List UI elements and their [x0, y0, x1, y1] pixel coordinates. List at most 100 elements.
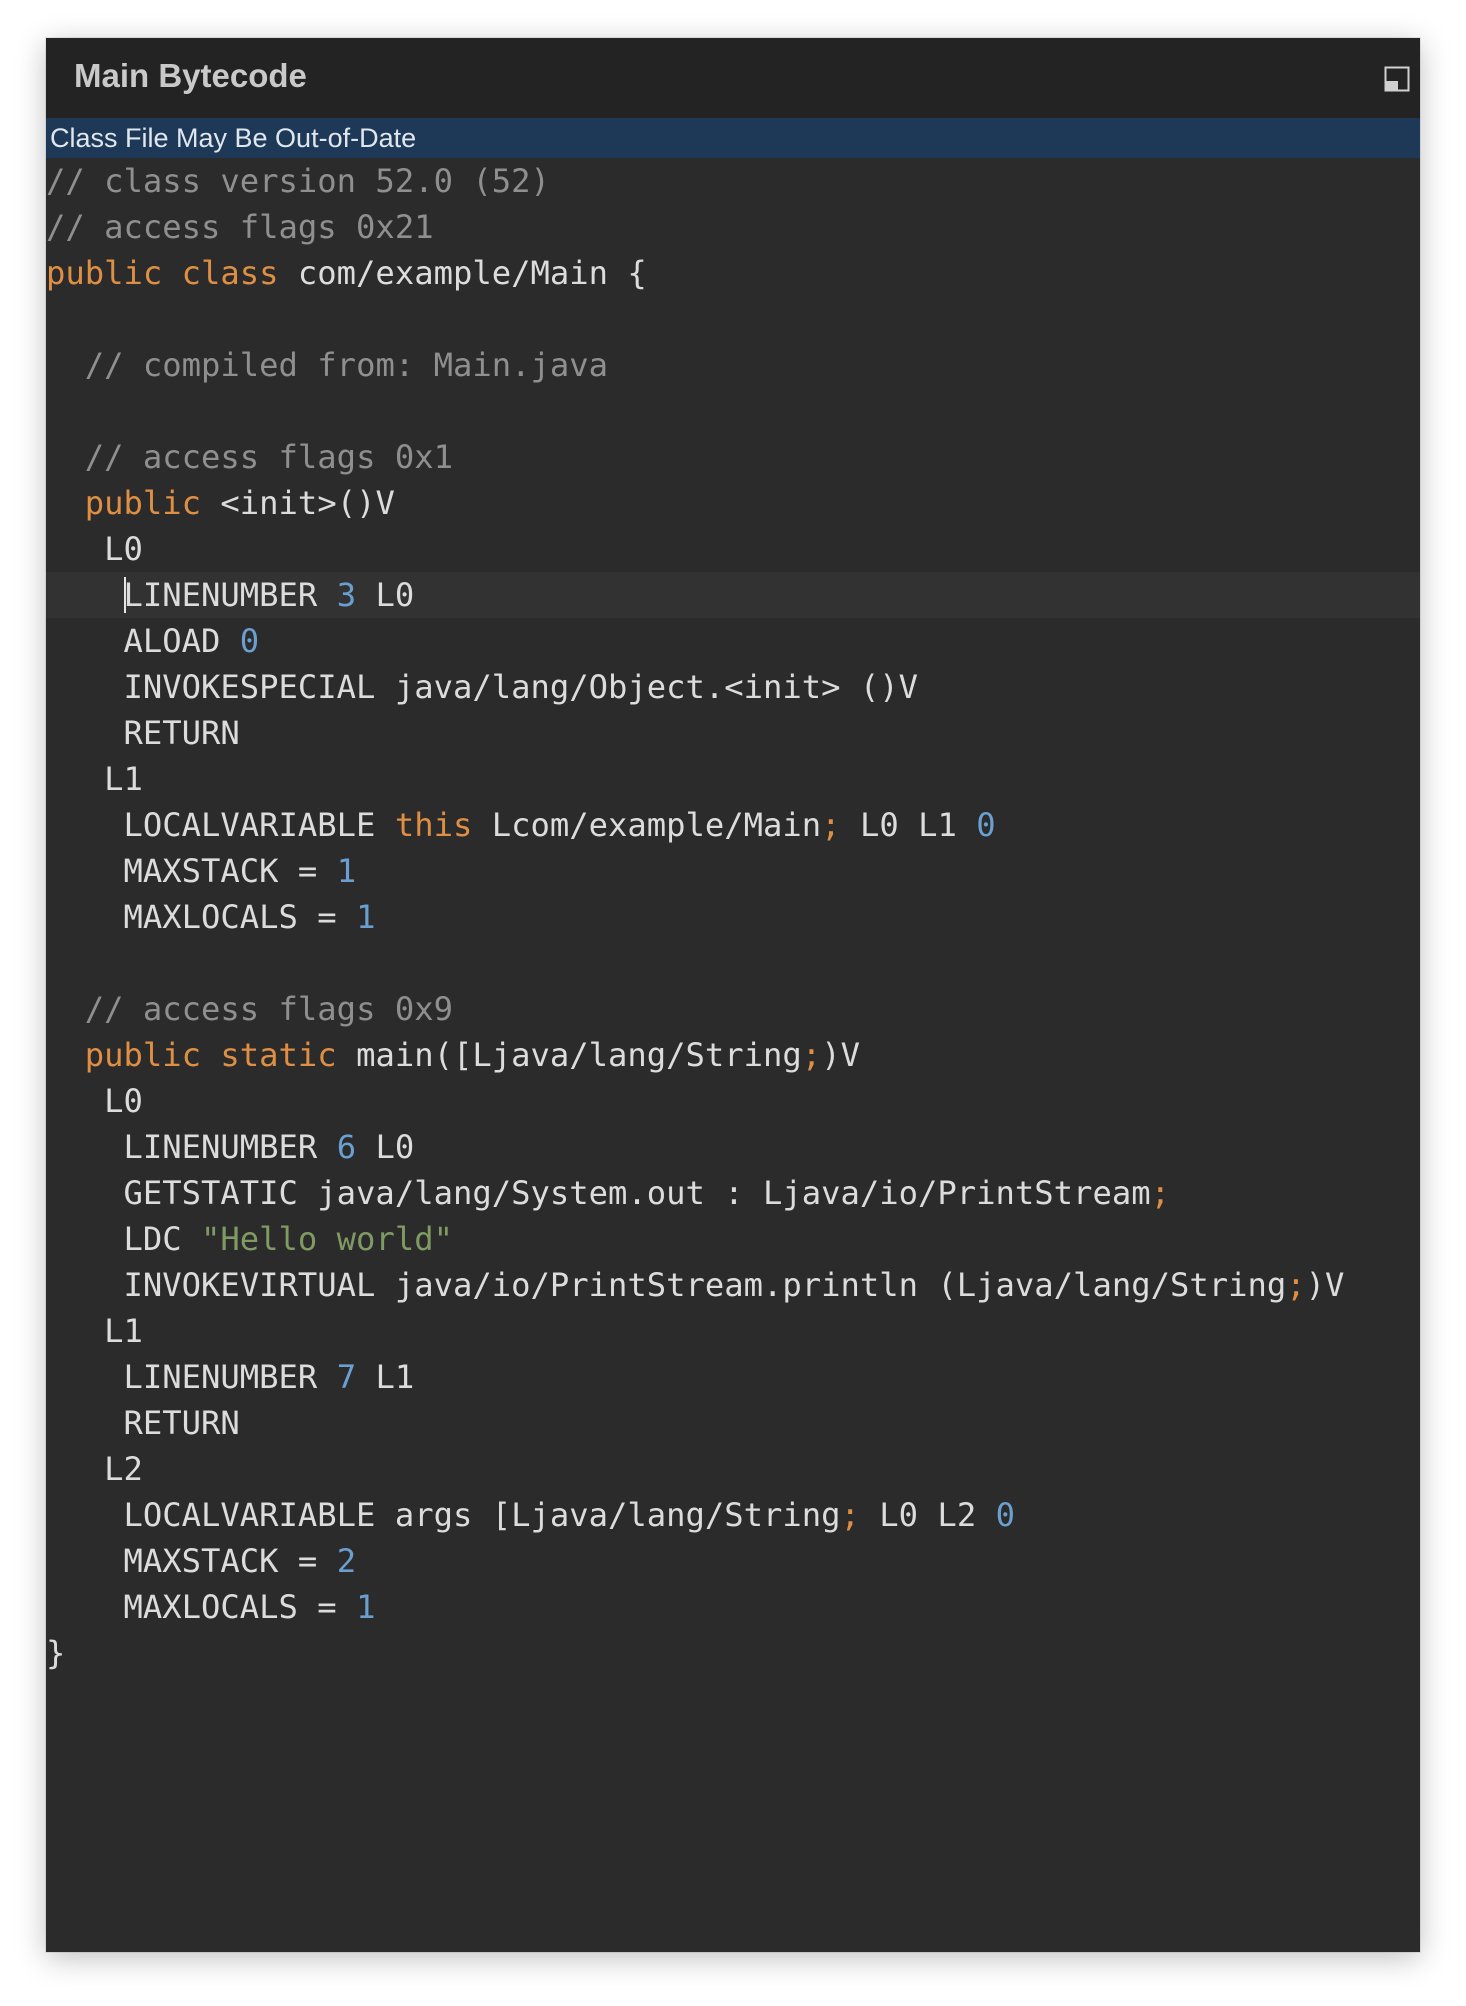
- bytecode-window: Main Bytecode Class File May Be Out-of-D…: [46, 38, 1420, 1952]
- code-token: "Hello world": [201, 1220, 453, 1258]
- code-line: // compiled from: Main.java: [46, 342, 1420, 388]
- code-token: 3: [336, 576, 357, 614]
- code-token: MAXSTACK =: [46, 1542, 337, 1580]
- code-token: ;: [821, 806, 841, 844]
- code-line: public <init>()V: [46, 480, 1420, 526]
- code-token: // class version 52.0 (52): [46, 162, 550, 200]
- code-token: 0: [239, 622, 260, 660]
- code-token: 7: [336, 1358, 357, 1396]
- code-token: LOCALVARIABLE args [Ljava/lang/String: [46, 1496, 841, 1534]
- code-token: INVOKESPECIAL java/lang/Object.<init> ()…: [46, 668, 919, 706]
- code-line: RETURN: [46, 1400, 1420, 1446]
- code-token: ;: [1150, 1174, 1170, 1212]
- code-token: RETURN: [46, 1404, 240, 1442]
- code-token: MAXLOCALS =: [46, 1588, 357, 1626]
- code-token: LINENUMBER: [46, 1358, 337, 1396]
- code-token: }: [46, 1634, 66, 1672]
- code-token: L1: [46, 760, 143, 798]
- code-token: INVOKEVIRTUAL java/io/PrintStream.printl…: [46, 1266, 1287, 1304]
- out-of-date-banner[interactable]: Class File May Be Out-of-Date: [46, 118, 1420, 158]
- code-line: LINENUMBER 7 L1: [46, 1354, 1420, 1400]
- code-token: // access flags 0x21: [46, 208, 434, 246]
- code-token: LDC: [46, 1220, 202, 1258]
- code-line: }: [46, 1630, 1420, 1676]
- window-title: Main Bytecode: [74, 57, 307, 94]
- code-token: ;: [840, 1496, 860, 1534]
- code-token: main([Ljava/lang/String: [356, 1036, 802, 1074]
- code-line: MAXSTACK = 1: [46, 848, 1420, 894]
- code-line: // class version 52.0 (52): [46, 158, 1420, 204]
- code-line: L1: [46, 1308, 1420, 1354]
- code-line: public class com/example/Main {: [46, 250, 1420, 296]
- code-token: L0: [356, 576, 415, 614]
- code-token: 1: [336, 852, 357, 890]
- code-token: 6: [336, 1128, 357, 1166]
- code-line: RETURN: [46, 710, 1420, 756]
- code-token: L0: [46, 530, 143, 568]
- code-token: 1: [356, 1588, 376, 1626]
- code-line: L0: [46, 526, 1420, 572]
- code-line: INVOKEVIRTUAL java/io/PrintStream.printl…: [46, 1262, 1420, 1308]
- code-line: L1: [46, 756, 1420, 802]
- code-token: LINENUMBER: [46, 1128, 337, 1166]
- code-line: LINENUMBER 6 L0: [46, 1124, 1420, 1170]
- code-token: L0 L2: [859, 1496, 996, 1534]
- code-token: Lcom/example/Main: [472, 806, 822, 844]
- code-line: MAXLOCALS = 1: [46, 894, 1420, 940]
- code-token: MAXLOCALS =: [46, 898, 357, 936]
- code-line: // access flags 0x1: [46, 434, 1420, 480]
- code-token: L0: [46, 1082, 143, 1120]
- code-token: com/example/Main {: [297, 254, 647, 292]
- code-line: LOCALVARIABLE this Lcom/example/Main; L0…: [46, 802, 1420, 848]
- code-token: 2: [336, 1542, 357, 1580]
- code-token: 0: [976, 806, 996, 844]
- code-token: MAXSTACK =: [46, 852, 337, 890]
- code-line: L2: [46, 1446, 1420, 1492]
- code-line: public static main([Ljava/lang/String;)V: [46, 1032, 1420, 1078]
- code-token: L1: [46, 1312, 143, 1350]
- window-titlebar: Main Bytecode: [46, 38, 1420, 118]
- code-token: L2: [46, 1450, 143, 1488]
- code-line: MAXSTACK = 2: [46, 1538, 1420, 1584]
- code-line: // access flags 0x9: [46, 986, 1420, 1032]
- code-token: <init>()V: [220, 484, 395, 522]
- code-token: // compiled from: Main.java: [84, 346, 608, 384]
- code-token: ;: [1286, 1266, 1306, 1304]
- bytecode-editor[interactable]: // class version 52.0 (52) // access flag…: [46, 158, 1420, 1676]
- code-token: L0 L1: [840, 806, 977, 844]
- code-token: // access flags 0x9: [84, 990, 453, 1028]
- code-token: LINENUMBER: [123, 576, 337, 614]
- code-token: )V: [821, 1036, 860, 1074]
- code-line: // access flags 0x21: [46, 204, 1420, 250]
- code-line: L0: [46, 1078, 1420, 1124]
- code-token: LOCALVARIABLE: [46, 806, 395, 844]
- code-line: ALOAD 0: [46, 618, 1420, 664]
- code-token: ;: [801, 1036, 822, 1074]
- code-token: 0: [995, 1496, 1015, 1534]
- code-token: // access flags 0x1: [84, 438, 453, 476]
- code-line: INVOKESPECIAL java/lang/Object.<init> ()…: [46, 664, 1420, 710]
- code-token: 1: [356, 898, 376, 936]
- code-token: L1: [356, 1358, 415, 1396]
- code-token: RETURN: [46, 714, 240, 752]
- code-line: LDC "Hello world": [46, 1216, 1420, 1262]
- code-token: ALOAD: [46, 622, 240, 660]
- code-line: GETSTATIC java/lang/System.out : Ljava/i…: [46, 1170, 1420, 1216]
- code-token: GETSTATIC java/lang/System.out : Ljava/i…: [46, 1174, 1151, 1212]
- code-token: public class: [46, 254, 298, 292]
- code-line: LINENUMBER 3 L0: [46, 572, 1420, 618]
- code-token: this: [394, 806, 473, 844]
- maximize-icon[interactable]: [1384, 66, 1410, 92]
- code-token: L0: [356, 1128, 415, 1166]
- code-line: MAXLOCALS = 1: [46, 1584, 1420, 1630]
- code-token: )V: [1305, 1266, 1345, 1304]
- code-line: LOCALVARIABLE args [Ljava/lang/String; L…: [46, 1492, 1420, 1538]
